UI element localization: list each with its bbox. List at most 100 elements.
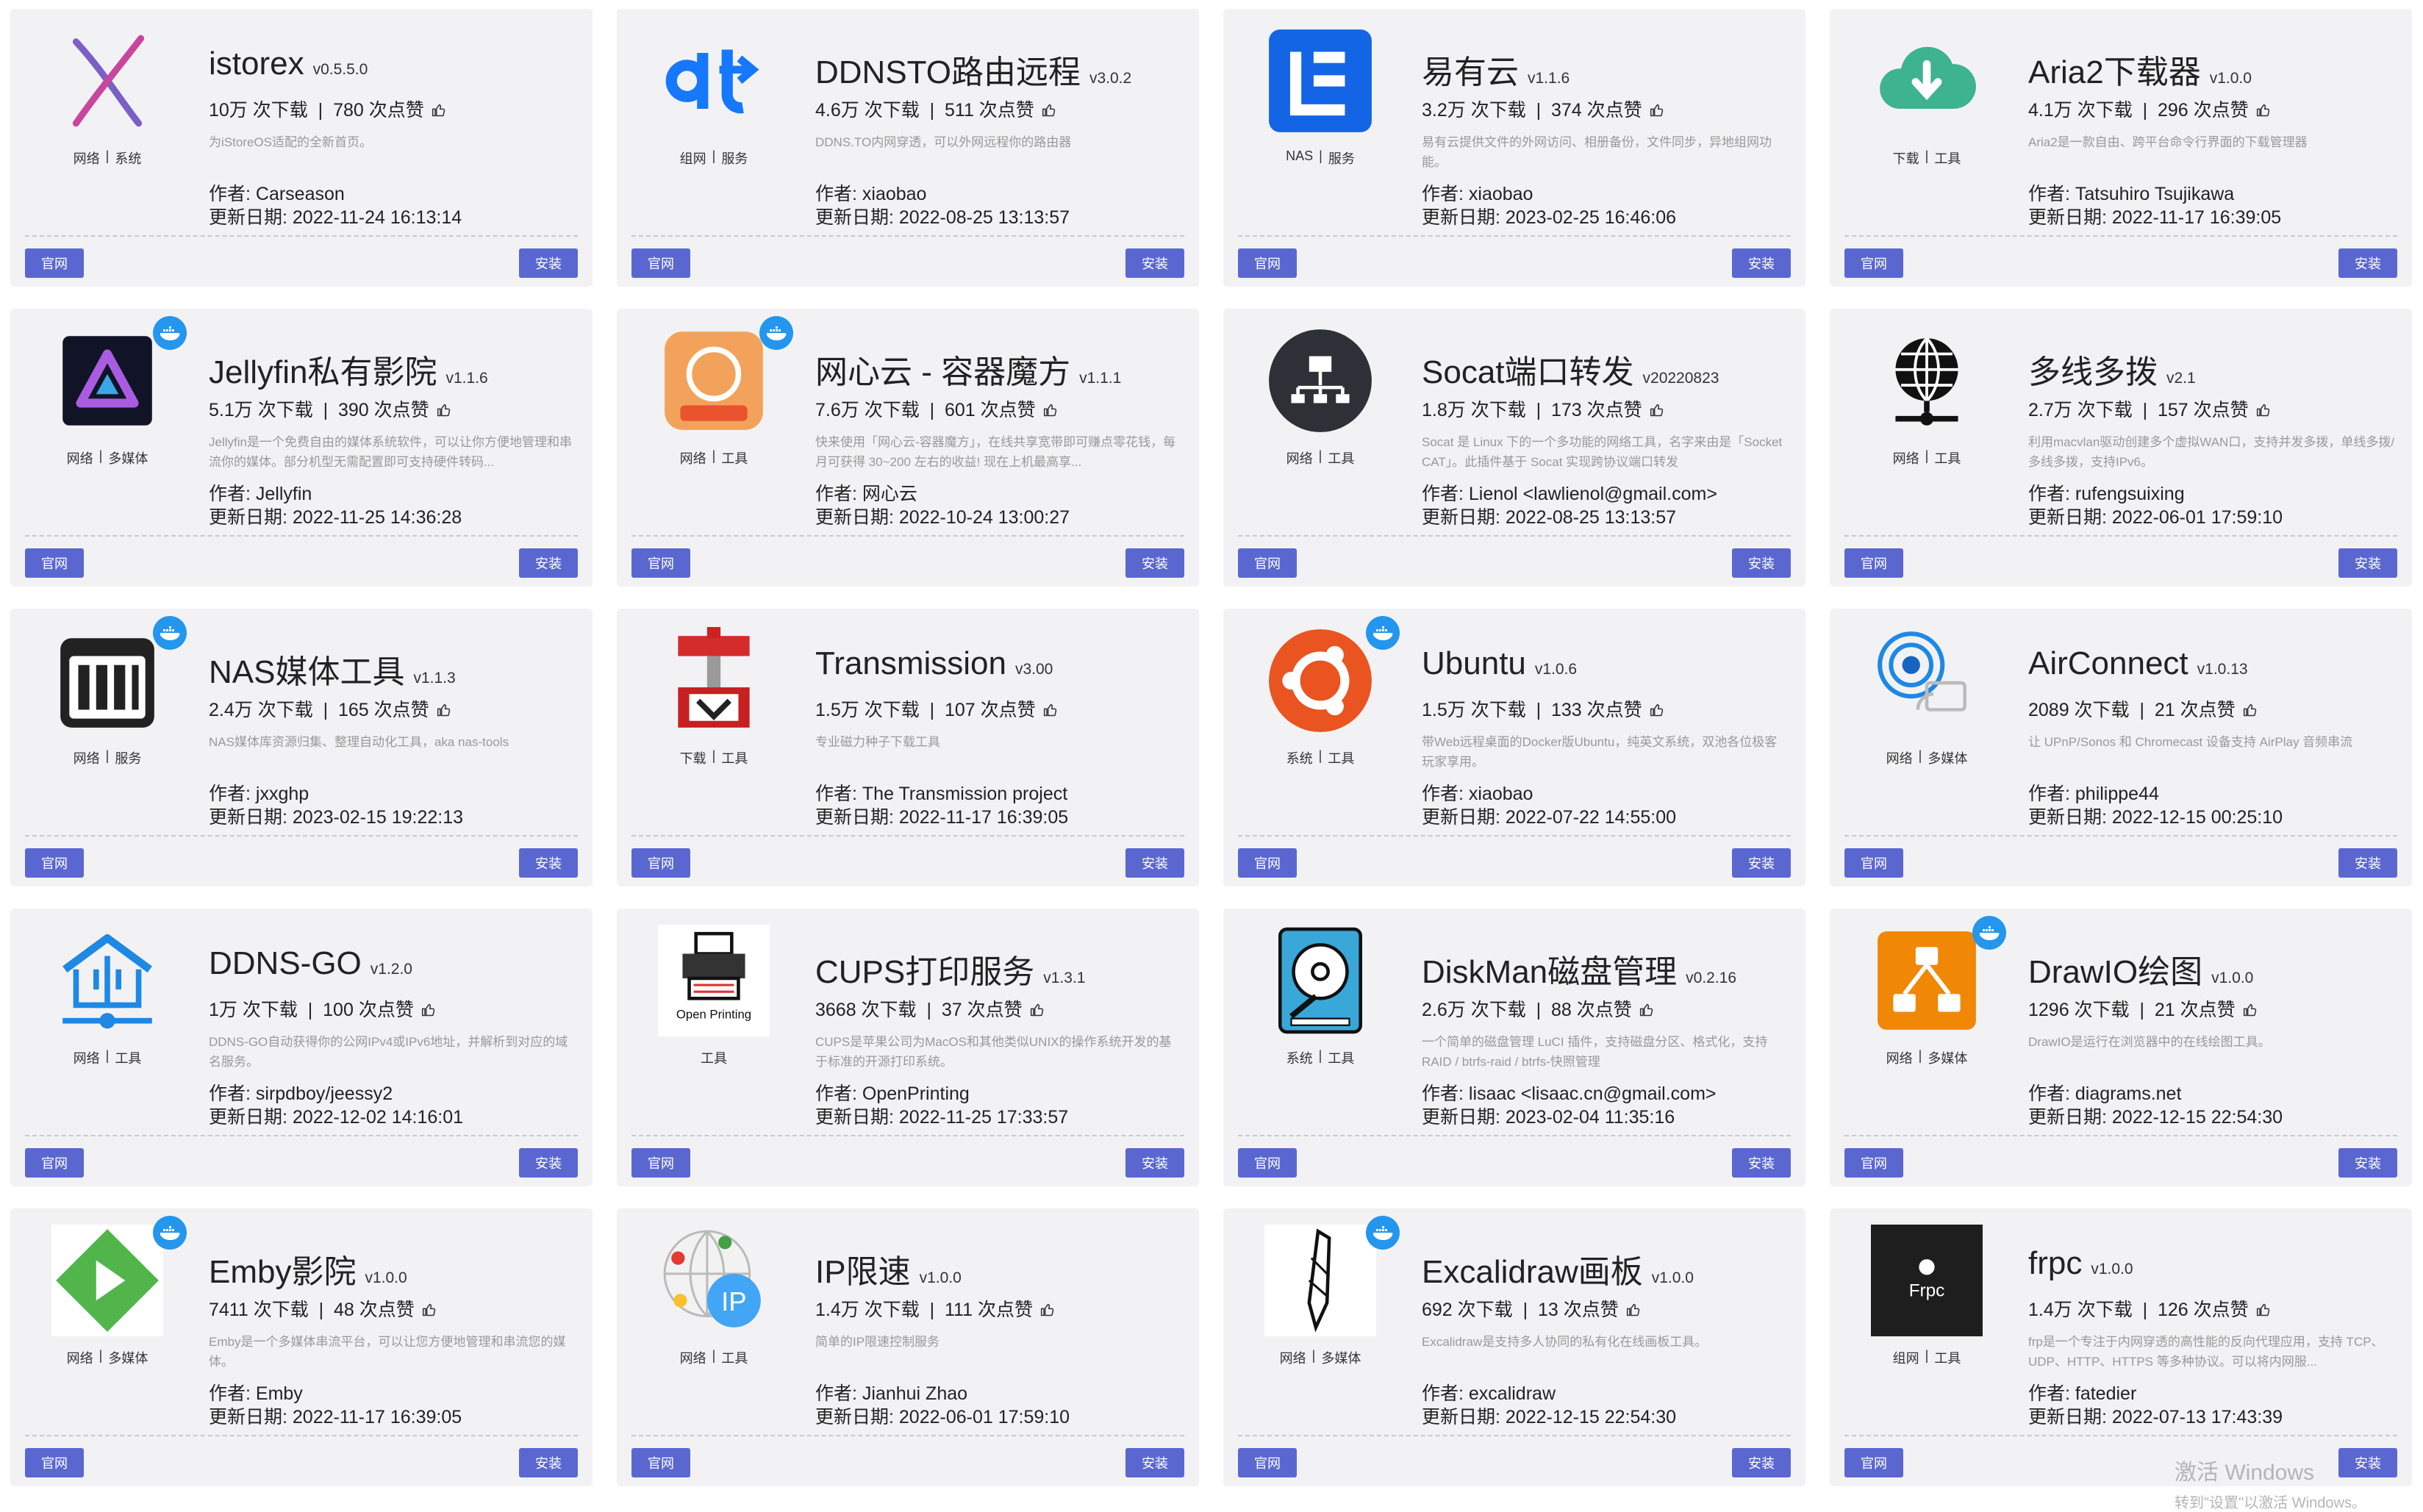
thumb-up-icon[interactable]: [422, 1303, 437, 1317]
thumb-up-icon[interactable]: [1030, 1003, 1045, 1017]
app-tag[interactable]: 工具: [1934, 148, 1961, 168]
install-button[interactable]: 安装: [519, 848, 578, 878]
app-title-row: 多线多拨 v2.1: [2028, 345, 2196, 393]
app-tag[interactable]: 多媒体: [1928, 1048, 1967, 1067]
website-button[interactable]: 官网: [25, 848, 84, 878]
app-tag[interactable]: 网络: [1886, 1048, 1913, 1067]
thumb-up-icon[interactable]: [1043, 403, 1058, 418]
app-tag[interactable]: 工具: [721, 748, 748, 767]
website-button[interactable]: 官网: [1238, 548, 1297, 578]
app-tag[interactable]: 网络: [1286, 448, 1313, 467]
thumb-up-icon[interactable]: [1040, 1303, 1055, 1317]
thumb-up-icon[interactable]: [432, 103, 446, 118]
install-button[interactable]: 安装: [1125, 1448, 1184, 1477]
app-tag[interactable]: 网络: [1280, 1348, 1306, 1367]
app-tag[interactable]: 系统: [1286, 748, 1313, 767]
install-button[interactable]: 安装: [519, 1148, 578, 1178]
thumb-up-icon[interactable]: [1042, 103, 1056, 118]
thumb-up-icon[interactable]: [2256, 1303, 2271, 1317]
app-tag[interactable]: 网络: [67, 448, 93, 467]
app-tag[interactable]: 网络: [67, 1348, 93, 1367]
install-button[interactable]: 安装: [519, 548, 578, 578]
thumb-up-icon[interactable]: [1626, 1303, 1641, 1317]
website-button[interactable]: 官网: [1844, 548, 1903, 578]
thumb-up-icon[interactable]: [2256, 403, 2271, 418]
website-button[interactable]: 官网: [1238, 1148, 1297, 1178]
app-tag[interactable]: 网络: [680, 448, 706, 467]
app-tag[interactable]: 工具: [701, 1048, 727, 1067]
thumb-up-icon[interactable]: [2243, 1003, 2258, 1017]
website-button[interactable]: 官网: [1844, 848, 1903, 878]
install-button[interactable]: 安装: [1732, 848, 1791, 878]
website-button[interactable]: 官网: [631, 548, 690, 578]
app-tag[interactable]: 组网: [680, 148, 706, 168]
app-tag[interactable]: 多媒体: [1321, 1348, 1361, 1367]
app-tag[interactable]: 工具: [1934, 448, 1961, 467]
install-button[interactable]: 安装: [1125, 1148, 1184, 1178]
website-button[interactable]: 官网: [631, 248, 690, 278]
website-button[interactable]: 官网: [631, 1148, 690, 1178]
website-button[interactable]: 官网: [1844, 1148, 1903, 1178]
website-button[interactable]: 官网: [631, 1448, 690, 1477]
thumb-up-icon[interactable]: [1650, 703, 1664, 717]
app-tag[interactable]: 工具: [1934, 1348, 1961, 1367]
thumb-up-icon[interactable]: [1639, 1003, 1654, 1017]
app-tag[interactable]: 网络: [74, 748, 100, 767]
app-tag[interactable]: 服务: [115, 748, 141, 767]
app-tag[interactable]: 工具: [115, 1048, 141, 1067]
website-button[interactable]: 官网: [1844, 1448, 1903, 1477]
app-tag[interactable]: 网络: [74, 1048, 100, 1067]
thumb-up-icon[interactable]: [2243, 703, 2258, 717]
app-tag[interactable]: 工具: [721, 448, 748, 467]
install-button[interactable]: 安装: [1732, 1448, 1791, 1477]
app-tag[interactable]: 下载: [680, 748, 706, 767]
install-button[interactable]: 安装: [1732, 1148, 1791, 1178]
app-tag[interactable]: 下载: [1893, 148, 1919, 168]
app-tag[interactable]: 网络: [680, 1348, 706, 1367]
app-tag[interactable]: 工具: [1328, 1048, 1354, 1067]
install-button[interactable]: 安装: [2338, 848, 2397, 878]
website-button[interactable]: 官网: [1844, 248, 1903, 278]
thumb-up-icon[interactable]: [1043, 703, 1058, 717]
install-button[interactable]: 安装: [2338, 1148, 2397, 1178]
thumb-up-icon[interactable]: [1650, 403, 1664, 418]
website-button[interactable]: 官网: [25, 1448, 84, 1477]
app-tag[interactable]: 多媒体: [1928, 748, 1967, 767]
install-button[interactable]: 安装: [1125, 548, 1184, 578]
app-tag[interactable]: NAS: [1286, 148, 1313, 168]
app-tag[interactable]: 工具: [721, 1348, 748, 1367]
install-button[interactable]: 安装: [1125, 848, 1184, 878]
thumb-up-icon[interactable]: [437, 703, 451, 717]
install-button[interactable]: 安装: [2338, 548, 2397, 578]
install-button[interactable]: 安装: [519, 248, 578, 278]
app-tag[interactable]: 工具: [1328, 448, 1354, 467]
app-tag[interactable]: 系统: [115, 148, 141, 168]
app-tag[interactable]: 网络: [74, 148, 100, 168]
website-button[interactable]: 官网: [1238, 848, 1297, 878]
website-button[interactable]: 官网: [1238, 248, 1297, 278]
thumb-up-icon[interactable]: [437, 403, 451, 418]
install-button[interactable]: 安装: [1732, 548, 1791, 578]
app-tag[interactable]: 服务: [721, 148, 748, 168]
website-button[interactable]: 官网: [631, 848, 690, 878]
install-button[interactable]: 安装: [1125, 248, 1184, 278]
install-button[interactable]: 安装: [519, 1448, 578, 1477]
thumb-up-icon[interactable]: [1650, 103, 1664, 118]
app-tag[interactable]: 多媒体: [108, 1348, 148, 1367]
app-tag[interactable]: 服务: [1328, 148, 1355, 168]
app-title: Socat端口转发: [1422, 354, 1634, 390]
app-tag[interactable]: 网络: [1886, 748, 1913, 767]
website-button[interactable]: 官网: [25, 548, 84, 578]
website-button[interactable]: 官网: [25, 1148, 84, 1178]
website-button[interactable]: 官网: [1238, 1448, 1297, 1477]
thumb-up-icon[interactable]: [421, 1003, 436, 1017]
app-tag[interactable]: 网络: [1893, 448, 1919, 467]
app-tag[interactable]: 组网: [1893, 1348, 1919, 1367]
install-button[interactable]: 安装: [1732, 248, 1791, 278]
app-tag[interactable]: 系统: [1286, 1048, 1313, 1067]
website-button[interactable]: 官网: [25, 248, 84, 278]
app-tag[interactable]: 多媒体: [108, 448, 148, 467]
install-button[interactable]: 安装: [2338, 248, 2397, 278]
app-tag[interactable]: 工具: [1328, 748, 1354, 767]
thumb-up-icon[interactable]: [2256, 103, 2271, 118]
